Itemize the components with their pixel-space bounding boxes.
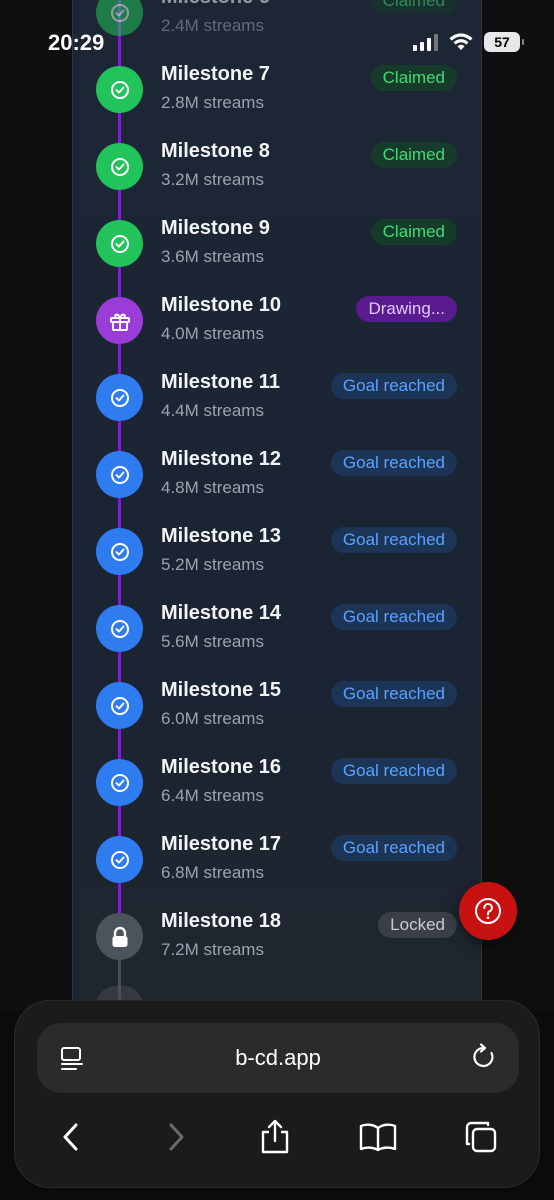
lock-icon [96, 913, 143, 960]
milestone-title: Milestone 7 [161, 63, 270, 85]
milestone-row: Milestone 8 3.2M streams Claimed [0, 136, 554, 213]
milestone-row: Milestone 15 6.0M streams Goal reached [0, 675, 554, 752]
milestone-streams: 5.2M streams [161, 555, 264, 574]
milestone-streams: 3.2M streams [161, 170, 264, 189]
cellular-signal-icon [413, 33, 438, 51]
milestone-row: Milestone 14 5.6M streams Goal reached [0, 598, 554, 675]
milestone-streams: 7.2M streams [161, 940, 264, 959]
milestone-row: Milestone 9 3.6M streams Claimed [0, 213, 554, 290]
check-circle-icon [96, 605, 143, 652]
forward-button[interactable] [156, 1117, 196, 1157]
status-badge: Claimed [370, 65, 457, 91]
question-mark-icon [475, 898, 501, 924]
check-circle-icon [96, 374, 143, 421]
milestone-streams: 4.8M streams [161, 478, 264, 497]
milestone-row: Milestone 11 4.4M streams Goal reached [0, 367, 554, 444]
milestone-streams: 2.8M streams [161, 93, 264, 112]
milestone-title: Milestone 10 [161, 294, 282, 316]
status-badge: Locked [378, 912, 457, 938]
milestone-title: Milestone 8 [161, 140, 270, 162]
check-circle-icon [96, 682, 143, 729]
status-badge: Goal reached [330, 527, 457, 553]
check-circle-icon [96, 220, 143, 267]
share-button[interactable] [255, 1117, 295, 1157]
milestone-title: Milestone 17 [161, 833, 282, 855]
check-circle-icon [96, 451, 143, 498]
milestone-title: Milestone 11 [161, 371, 280, 393]
tabs-icon [465, 1121, 497, 1153]
milestone-streams: 6.4M streams [161, 786, 264, 805]
status-badge: Goal reached [330, 604, 457, 630]
status-badge: Claimed [370, 142, 457, 168]
screen: Milestone 62.4M streamsClaimedMilestone … [0, 0, 554, 1200]
bookmarks-button[interactable] [358, 1117, 398, 1157]
milestone-title: Milestone 12 [161, 448, 282, 470]
help-button[interactable] [459, 882, 517, 940]
check-circle-icon [96, 528, 143, 575]
milestone-streams: 5.6M streams [161, 632, 264, 651]
status-badge: Goal reached [330, 835, 457, 861]
milestone-streams: 4.0M streams [161, 324, 264, 343]
chevron-left-icon [63, 1123, 78, 1151]
milestone-streams: 6.8M streams [161, 863, 264, 882]
milestone-row: Milestone 7 2.8M streams Claimed [0, 59, 554, 136]
book-icon [359, 1123, 397, 1152]
wifi-icon [449, 33, 473, 50]
milestone-title: Milestone 16 [161, 756, 282, 778]
status-badge: Goal reached [330, 450, 457, 476]
battery-indicator: 57 [484, 32, 524, 52]
milestone-row: Milestone 12 4.8M streams Goal reached [0, 444, 554, 521]
check-circle-icon [96, 759, 143, 806]
milestone-streams: 4.4M streams [161, 401, 264, 420]
milestone-row: Milestone 10 4.0M streams Drawing... [0, 290, 554, 367]
check-circle-icon [96, 66, 143, 113]
milestone-title: Milestone 15 [161, 679, 282, 701]
status-badge: Goal reached [330, 758, 457, 784]
status-time: 20:29 [48, 30, 105, 55]
chevron-right-icon [169, 1123, 184, 1151]
reload-icon[interactable] [471, 1043, 497, 1071]
milestone-streams: 6.0M streams [161, 709, 264, 728]
milestone-title: Milestone 13 [161, 525, 282, 547]
milestone-streams: 3.6M streams [161, 247, 264, 266]
status-icons: 57 [413, 32, 524, 52]
gift-icon [96, 297, 143, 344]
milestone-row: Milestone 16 6.4M streams Goal reached [0, 752, 554, 829]
status-badge: Goal reached [330, 373, 457, 399]
status-badge: Drawing... [356, 296, 457, 322]
milestone-title: Milestone 18 [161, 910, 282, 932]
share-icon [261, 1119, 289, 1154]
check-circle-icon [96, 143, 143, 190]
address-bar[interactable]: b-cd.app [37, 1023, 519, 1093]
status-badge: Claimed [370, 0, 457, 14]
tabs-button[interactable] [461, 1117, 501, 1157]
status-badge: Claimed [370, 219, 457, 245]
milestone-title: Milestone 6 [161, 0, 270, 9]
milestone-title: Milestone 14 [161, 602, 282, 624]
milestone-row: Milestone 13 5.2M streams Goal reached [0, 521, 554, 598]
check-circle-icon [96, 836, 143, 883]
browser-toolbar: b-cd.app [14, 1000, 540, 1188]
status-badge: Goal reached [330, 681, 457, 707]
milestone-streams: 2.4M streams [161, 16, 264, 35]
url-text[interactable]: b-cd.app [37, 1045, 519, 1071]
milestone-title: Milestone 9 [161, 217, 270, 239]
back-button[interactable] [51, 1117, 91, 1157]
